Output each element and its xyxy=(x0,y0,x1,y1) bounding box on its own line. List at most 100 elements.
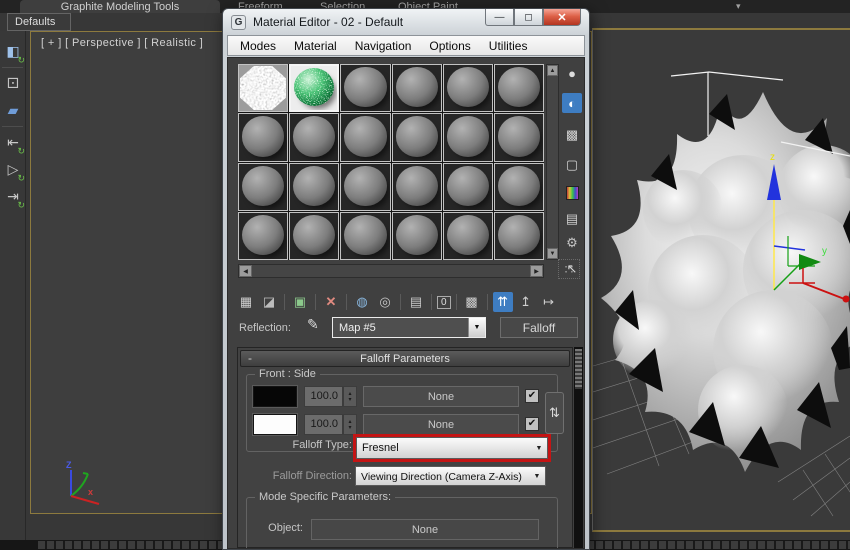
slots-vertical-scrollbar[interactable]: ▲ ▼ xyxy=(546,64,559,260)
sample-slot[interactable] xyxy=(391,162,442,211)
show-end-result-icon[interactable]: ⇈ xyxy=(492,292,513,312)
minimize-button[interactable]: — xyxy=(485,9,514,26)
sample-slot[interactable] xyxy=(340,211,391,260)
go-to-start-icon[interactable]: ⇤ ↻ xyxy=(0,129,26,156)
falloff-type-dropdown[interactable]: Fresnel ▼ xyxy=(356,437,548,459)
play-range-icon[interactable]: ⇥ ↻ xyxy=(0,183,26,210)
sample-slot[interactable] xyxy=(340,64,391,113)
sample-slot[interactable] xyxy=(391,64,442,113)
front-map-button[interactable]: None xyxy=(363,386,519,407)
reset-map-icon[interactable]: ✕ xyxy=(321,292,341,312)
menu-item-navigation[interactable]: Navigation xyxy=(355,39,412,53)
side-map-checkbox[interactable]: ✔ xyxy=(525,417,539,431)
modifier-panel-icon[interactable]: ◧ ↻ xyxy=(0,38,26,65)
make-preview-icon[interactable]: ▤ xyxy=(560,208,584,230)
ribbon-overflow-icon[interactable]: ▾ xyxy=(736,1,741,12)
menu-item-utilities[interactable]: Utilities xyxy=(489,39,528,53)
collapse-icon[interactable]: - xyxy=(248,351,252,365)
put-material-to-scene-icon[interactable]: ◪ xyxy=(259,292,279,312)
slots-horizontal-scrollbar[interactable]: ◀ ▶ xyxy=(238,264,544,278)
window-titlebar[interactable]: G Material Editor - 02 - Default — ◻ ✕ xyxy=(223,9,589,35)
scroll-down-button[interactable]: ▼ xyxy=(547,248,558,259)
make-material-copy-icon[interactable]: ◍ xyxy=(352,292,372,312)
select-by-material-icon[interactable]: ↖ xyxy=(560,258,584,280)
tab-graphite-modeling-tools[interactable]: Graphite Modeling Tools xyxy=(20,0,220,13)
video-color-check-icon[interactable] xyxy=(560,182,584,204)
map-type-button[interactable]: Falloff xyxy=(500,317,578,338)
menu-item-material[interactable]: Material xyxy=(294,39,337,53)
side-color-swatch[interactable] xyxy=(253,414,297,435)
sample-slot[interactable] xyxy=(493,211,544,260)
assign-material-to-selection-icon[interactable]: ▣ xyxy=(290,292,310,312)
defaults-dropdown[interactable]: Defaults xyxy=(7,13,71,31)
sample-slot[interactable] xyxy=(289,113,340,162)
rollout-title: Falloff Parameters xyxy=(360,352,450,365)
sample-slot[interactable] xyxy=(442,162,493,211)
show-map-in-viewport-icon[interactable]: ▩ xyxy=(462,292,482,312)
sample-slot[interactable] xyxy=(391,211,442,260)
sample-slot[interactable] xyxy=(238,162,289,211)
sample-slot[interactable] xyxy=(238,113,289,162)
maximize-button[interactable]: ◻ xyxy=(514,9,543,26)
falloff-direction-label: Falloff Direction: xyxy=(272,470,352,482)
falloff-direction-dropdown[interactable]: Viewing Direction (Camera Z-Axis) ▼ xyxy=(355,466,546,486)
eyedropper-icon[interactable]: ✎ xyxy=(307,316,319,333)
side-amount-spinner[interactable]: ▴ ▾ xyxy=(343,414,357,435)
scroll-right-button[interactable]: ▶ xyxy=(530,265,543,277)
backlight-icon[interactable]: ◐ xyxy=(560,92,584,114)
spinner-down-icon[interactable]: ▾ xyxy=(348,425,351,431)
primitives-icon[interactable]: ⚀ xyxy=(0,70,26,97)
play-animation-icon[interactable]: ▷ ↻ xyxy=(0,156,26,183)
menu-item-options[interactable]: Options xyxy=(429,39,470,53)
sample-slot[interactable] xyxy=(340,113,391,162)
sample-slot[interactable] xyxy=(238,211,289,260)
front-color-swatch[interactable] xyxy=(253,386,297,407)
material-id-channel-icon[interactable]: 0 xyxy=(437,295,451,309)
scroll-up-button[interactable]: ▲ xyxy=(547,65,558,76)
sample-slot-noise[interactable] xyxy=(238,64,289,113)
scrollbar-thumb[interactable] xyxy=(575,349,582,389)
sample-slot-active[interactable] xyxy=(289,64,340,113)
sample-type-icon[interactable]: ● xyxy=(560,62,584,84)
falloff-direction-value: Viewing Direction (Camera Z-Axis) xyxy=(361,471,522,483)
sample-slot[interactable] xyxy=(391,113,442,162)
rollout-header[interactable]: - Falloff Parameters xyxy=(240,350,570,367)
viewport-right[interactable]: z y xyxy=(592,28,850,532)
make-unique-icon[interactable]: ◎ xyxy=(375,292,395,312)
extrude-tool-icon[interactable]: ▰ xyxy=(0,97,26,124)
sample-uv-tiling-icon[interactable]: ▢ xyxy=(560,154,584,176)
background-icon[interactable]: ▩ xyxy=(560,124,584,146)
front-amount-spinner[interactable]: ▴ ▾ xyxy=(343,386,357,407)
chevron-down-icon[interactable]: ▼ xyxy=(529,467,545,485)
parameters-scrollbar[interactable] xyxy=(574,347,583,548)
sample-slot[interactable] xyxy=(442,113,493,162)
get-material-icon[interactable]: ▦ xyxy=(236,292,256,312)
side-map-button[interactable]: None xyxy=(363,414,519,435)
sample-slot[interactable] xyxy=(340,162,391,211)
front-map-checkbox[interactable]: ✔ xyxy=(525,389,539,403)
side-amount-field[interactable]: 100.0 xyxy=(304,414,343,435)
swap-colors-button[interactable]: ⇅ xyxy=(545,392,564,434)
sphere-glyph: ● xyxy=(568,65,576,81)
material-sphere xyxy=(497,67,540,108)
sample-slot[interactable] xyxy=(493,162,544,211)
spinner-down-icon[interactable]: ▾ xyxy=(348,397,351,403)
sample-slot[interactable] xyxy=(442,64,493,113)
chevron-down-icon[interactable]: ▼ xyxy=(468,318,485,337)
chevron-down-icon[interactable]: ▼ xyxy=(531,438,547,458)
sample-slot[interactable] xyxy=(442,211,493,260)
sample-slot[interactable] xyxy=(289,211,340,260)
go-forward-to-sibling-icon[interactable]: ↦ xyxy=(539,292,559,312)
put-to-library-icon[interactable]: ▤ xyxy=(406,292,426,312)
close-button[interactable]: ✕ xyxy=(543,9,581,26)
front-amount-field[interactable]: 100.0 xyxy=(304,386,343,407)
menu-item-modes[interactable]: Modes xyxy=(240,39,276,53)
sample-slot[interactable] xyxy=(289,162,340,211)
object-pick-button[interactable]: None xyxy=(311,519,539,540)
sample-slot[interactable] xyxy=(493,64,544,113)
viewport-label[interactable]: [ + ] [ Perspective ] [ Realistic ] xyxy=(41,37,203,49)
sample-slot[interactable] xyxy=(493,113,544,162)
scroll-left-button[interactable]: ◀ xyxy=(239,265,252,277)
go-to-parent-icon[interactable]: ↥ xyxy=(516,292,536,312)
map-name-dropdown[interactable]: Map #5 ▼ xyxy=(332,317,486,338)
